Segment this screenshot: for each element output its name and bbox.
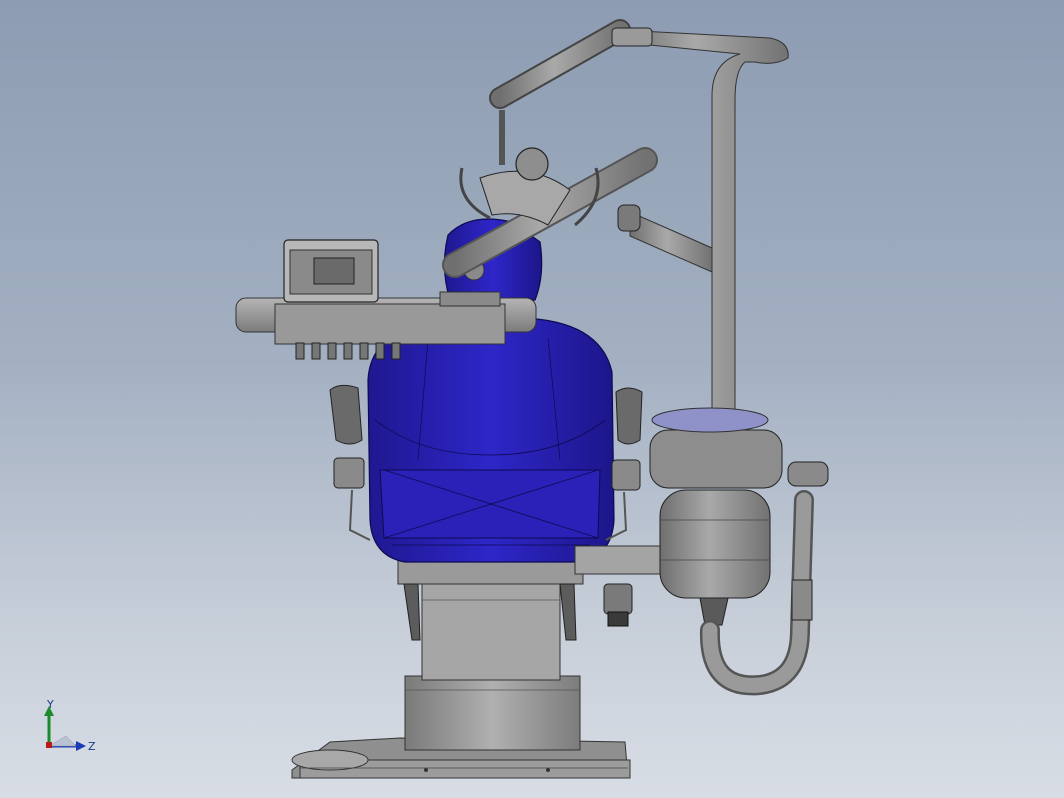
tray-monitor (283, 239, 379, 303)
x-axis-plane (48, 735, 77, 747)
handpiece-holders (295, 342, 401, 360)
water-unit (649, 407, 783, 626)
chair-pedestal (404, 579, 581, 772)
light-upper-arm (489, 19, 631, 165)
main-column (611, 27, 789, 431)
dental-chair-model[interactable] (0, 0, 1064, 798)
y-axis-label: Y (46, 698, 54, 711)
support-arm (574, 545, 666, 575)
coordinate-triad: Y Z (44, 698, 96, 753)
foot-control (603, 583, 633, 627)
graphics-viewport[interactable]: Y Z (0, 0, 1064, 798)
left-armrest (329, 384, 371, 541)
z-axis-label: Z (88, 740, 96, 753)
chair-backrest (367, 317, 615, 563)
